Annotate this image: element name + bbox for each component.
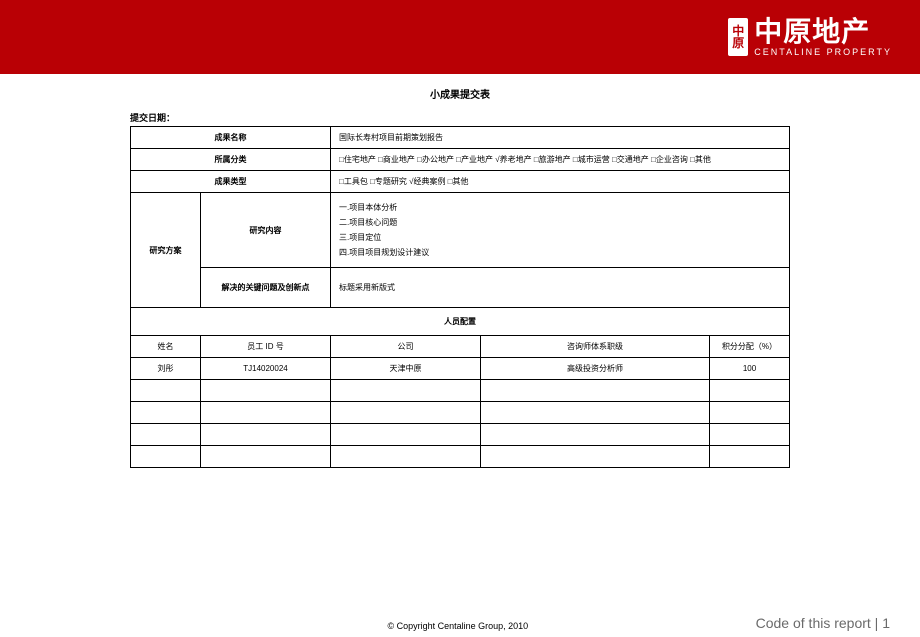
logo-badge-icon: 中 原 bbox=[728, 18, 748, 56]
staff-empty-row bbox=[131, 402, 790, 424]
field-label-plan: 研究方案 bbox=[131, 193, 201, 308]
staff-section-title: 人员配置 bbox=[131, 308, 790, 336]
field-label-type: 成果类型 bbox=[131, 171, 331, 193]
copyright-text: © Copyright Centaline Group, 2010 bbox=[160, 621, 756, 631]
research-line-1: 一.项目本体分析 bbox=[339, 202, 781, 213]
research-line-2: 二.项目核心问题 bbox=[339, 217, 781, 228]
header-bar: 中 原 中原地产 CENTALINE PROPERTY bbox=[0, 0, 920, 74]
staff-head-id: 员工 ID 号 bbox=[201, 336, 331, 358]
staff-header-row: 姓名 员工 ID 号 公司 咨询师体系职级 积分分配（%） bbox=[131, 336, 790, 358]
research-line-3: 三.项目定位 bbox=[339, 232, 781, 243]
staff-name: 刘彤 bbox=[131, 358, 201, 380]
staff-empty-row bbox=[131, 380, 790, 402]
logo-english: CENTALINE PROPERTY bbox=[754, 48, 892, 57]
staff-row: 刘彤 TJ14020024 天津中原 高级投资分析师 100 bbox=[131, 358, 790, 380]
submission-table: 成果名称 国际长寿村项目前期策划报告 所属分类 □住宅地产 □商业地产 □办公地… bbox=[130, 126, 790, 468]
staff-head-ratio: 积分分配（%） bbox=[710, 336, 790, 358]
staff-id: TJ14020024 bbox=[201, 358, 331, 380]
field-value-type: □工具包 □专题研究 √经典案例 □其他 bbox=[331, 171, 790, 193]
document-body: 小成果提交表 提交日期： 成果名称 国际长寿村项目前期策划报告 所属分类 □住宅… bbox=[0, 74, 920, 468]
page-code: Code of this report | 1 bbox=[756, 615, 890, 631]
logo-chinese: 中原地产 bbox=[754, 18, 892, 46]
document-title: 小成果提交表 bbox=[130, 86, 790, 101]
field-value-key: 标题采用新版式 bbox=[331, 268, 790, 308]
field-label-research-content: 研究内容 bbox=[201, 193, 331, 268]
submit-date-label: 提交日期： bbox=[130, 111, 790, 124]
brand-logo: 中 原 中原地产 CENTALINE PROPERTY bbox=[728, 18, 892, 57]
field-value-research-content: 一.项目本体分析 二.项目核心问题 三.项目定位 四.项目项目规划设计建议 bbox=[331, 193, 790, 268]
field-value-category: □住宅地产 □商业地产 □办公地产 □产业地产 √养老地产 □旅游地产 □城市运… bbox=[331, 149, 790, 171]
staff-role: 高级投资分析师 bbox=[481, 358, 710, 380]
field-value-name: 国际长寿村项目前期策划报告 bbox=[331, 127, 790, 149]
field-label-category: 所属分类 bbox=[131, 149, 331, 171]
staff-company: 天津中原 bbox=[331, 358, 481, 380]
staff-head-company: 公司 bbox=[331, 336, 481, 358]
staff-head-role: 咨询师体系职级 bbox=[481, 336, 710, 358]
staff-empty-row bbox=[131, 424, 790, 446]
footer: © Copyright Centaline Group, 2010 Code o… bbox=[0, 615, 920, 631]
field-label-key: 解决的关键问题及创新点 bbox=[201, 268, 331, 308]
field-label-name: 成果名称 bbox=[131, 127, 331, 149]
logo-badge-bottom: 原 bbox=[732, 37, 744, 49]
research-line-4: 四.项目项目规划设计建议 bbox=[339, 247, 781, 258]
staff-head-name: 姓名 bbox=[131, 336, 201, 358]
staff-ratio: 100 bbox=[710, 358, 790, 380]
staff-empty-row bbox=[131, 446, 790, 468]
